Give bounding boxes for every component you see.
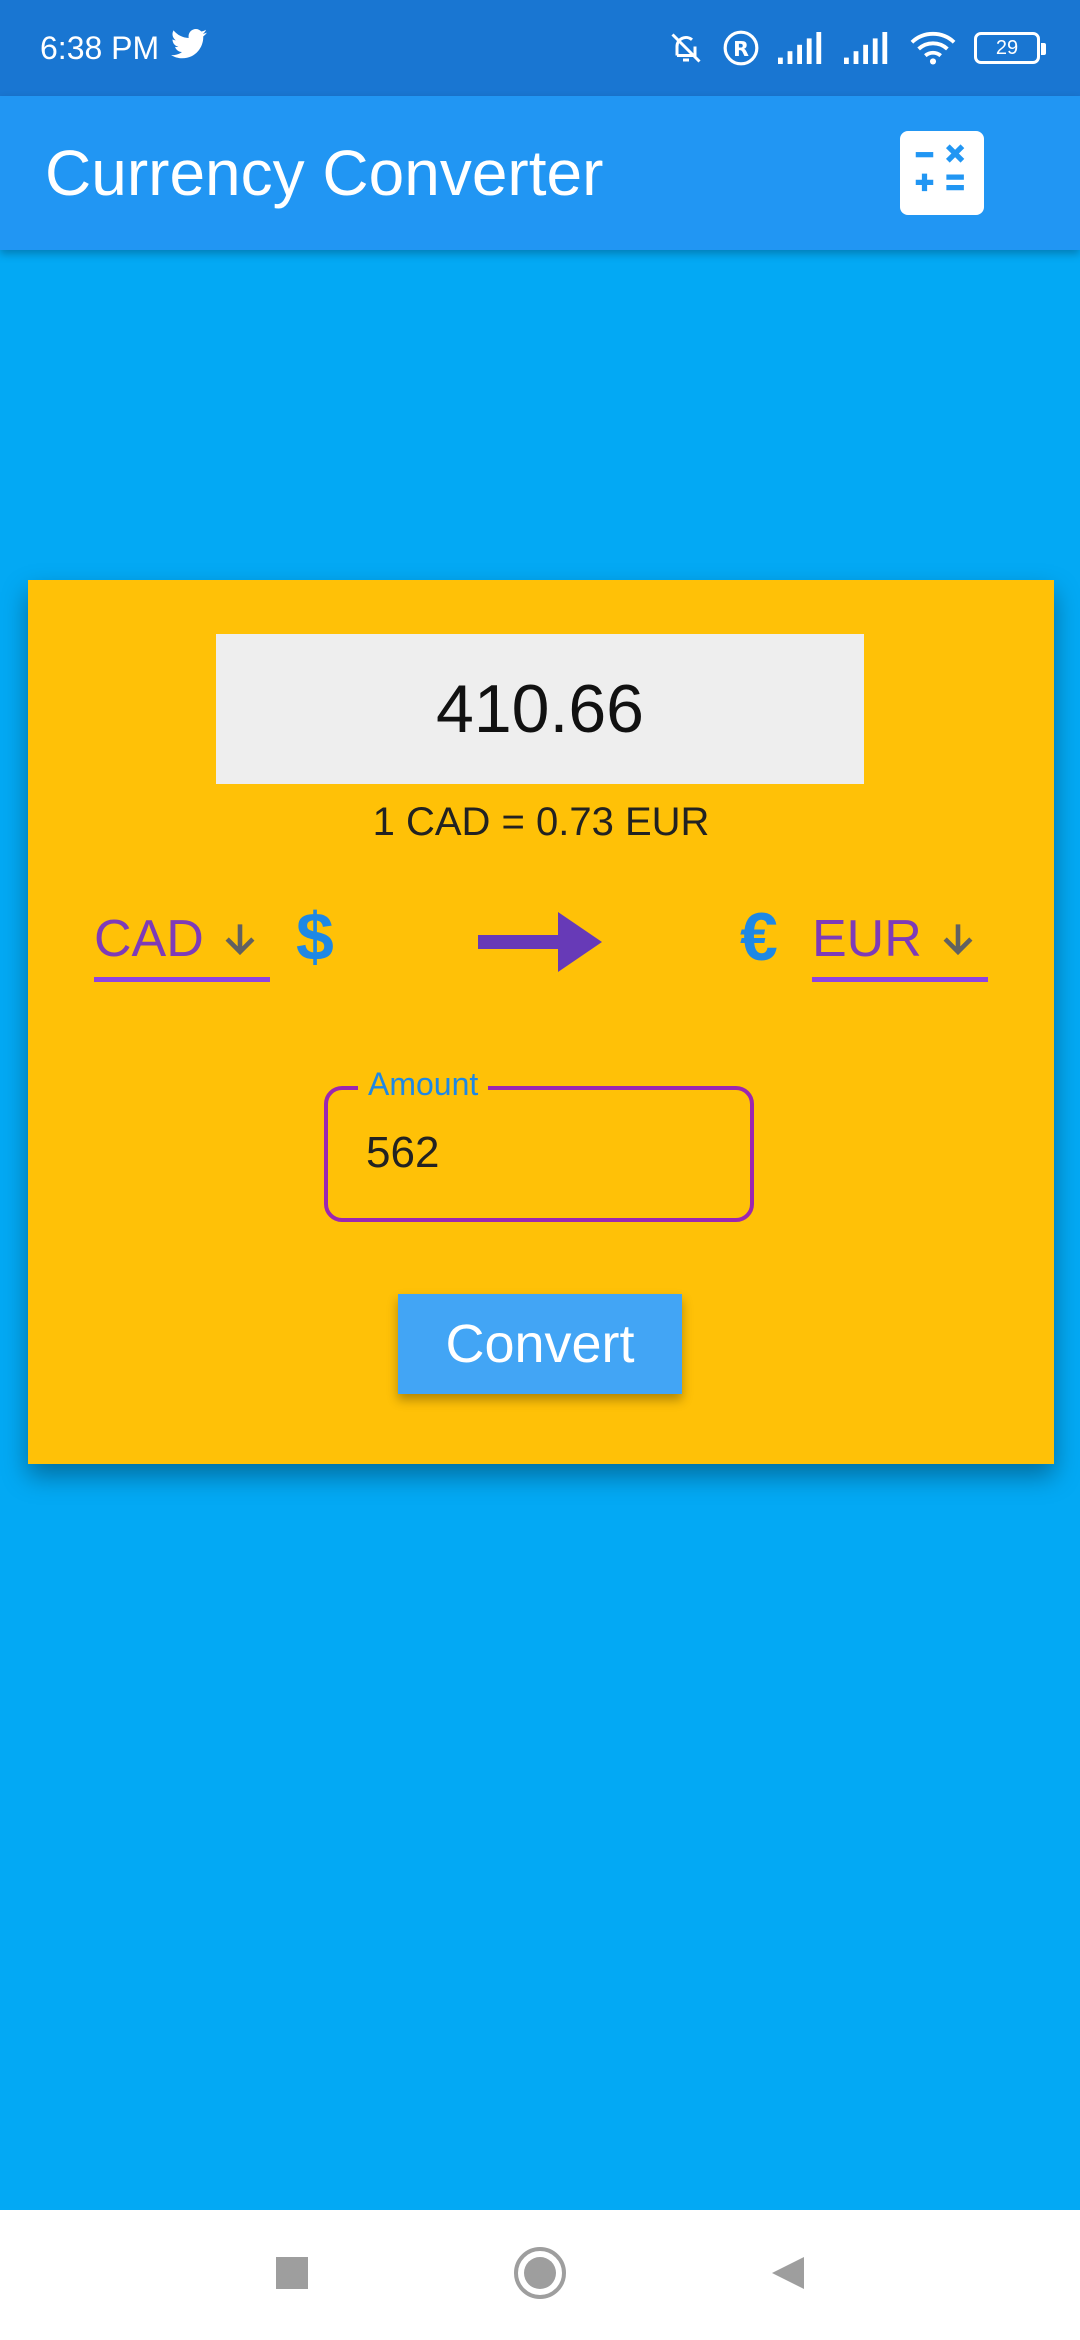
status-left: 6:38 PM: [40, 29, 208, 67]
recents-square-icon[interactable]: [272, 2253, 312, 2298]
converted-result: 410.66: [216, 634, 864, 784]
app-bar: Currency Converter: [0, 96, 1080, 250]
converter-card: 410.66 1 CAD = 0.73 EUR CAD $ € EUR Amou…: [28, 580, 1054, 1464]
app-title: Currency Converter: [45, 137, 604, 209]
system-nav-bar: [0, 2210, 1080, 2340]
arrow-down-icon: [936, 917, 980, 961]
to-currency-dropdown[interactable]: EUR: [812, 900, 988, 982]
amount-value[interactable]: 562: [366, 1128, 439, 1178]
signal-icon: [844, 31, 892, 65]
registered-icon: R: [722, 29, 760, 67]
svg-text:R: R: [733, 37, 749, 61]
from-currency-dropdown[interactable]: CAD: [94, 900, 270, 982]
calculator-icon: [907, 136, 977, 211]
amount-label: Amount: [358, 1066, 489, 1103]
dollar-icon: $: [296, 899, 334, 975]
arrow-down-icon: [218, 917, 262, 961]
to-currency-label: EUR: [812, 909, 922, 968]
bell-off-icon: [668, 29, 704, 67]
battery-icon: 29: [974, 32, 1046, 64]
twitter-icon: [171, 29, 208, 67]
home-circle-icon[interactable]: [512, 2245, 568, 2306]
status-time: 6:38 PM: [40, 29, 160, 66]
battery-level: 29: [995, 36, 1019, 59]
signal-icon: [778, 31, 826, 65]
back-triangle-icon[interactable]: [768, 2253, 808, 2298]
status-bar: 6:38 PM R 29: [0, 0, 1080, 96]
arrow-right-icon: [478, 912, 602, 977]
amount-input[interactable]: Amount 562: [324, 1066, 754, 1222]
status-right: R 29: [668, 29, 1046, 67]
from-currency-label: CAD: [94, 909, 204, 968]
exchange-rate-text: 1 CAD = 0.73 EUR: [372, 800, 710, 844]
wifi-icon: [910, 30, 956, 66]
calculator-button[interactable]: [900, 131, 984, 215]
convert-button[interactable]: Convert: [398, 1294, 682, 1394]
euro-icon: €: [740, 899, 778, 975]
